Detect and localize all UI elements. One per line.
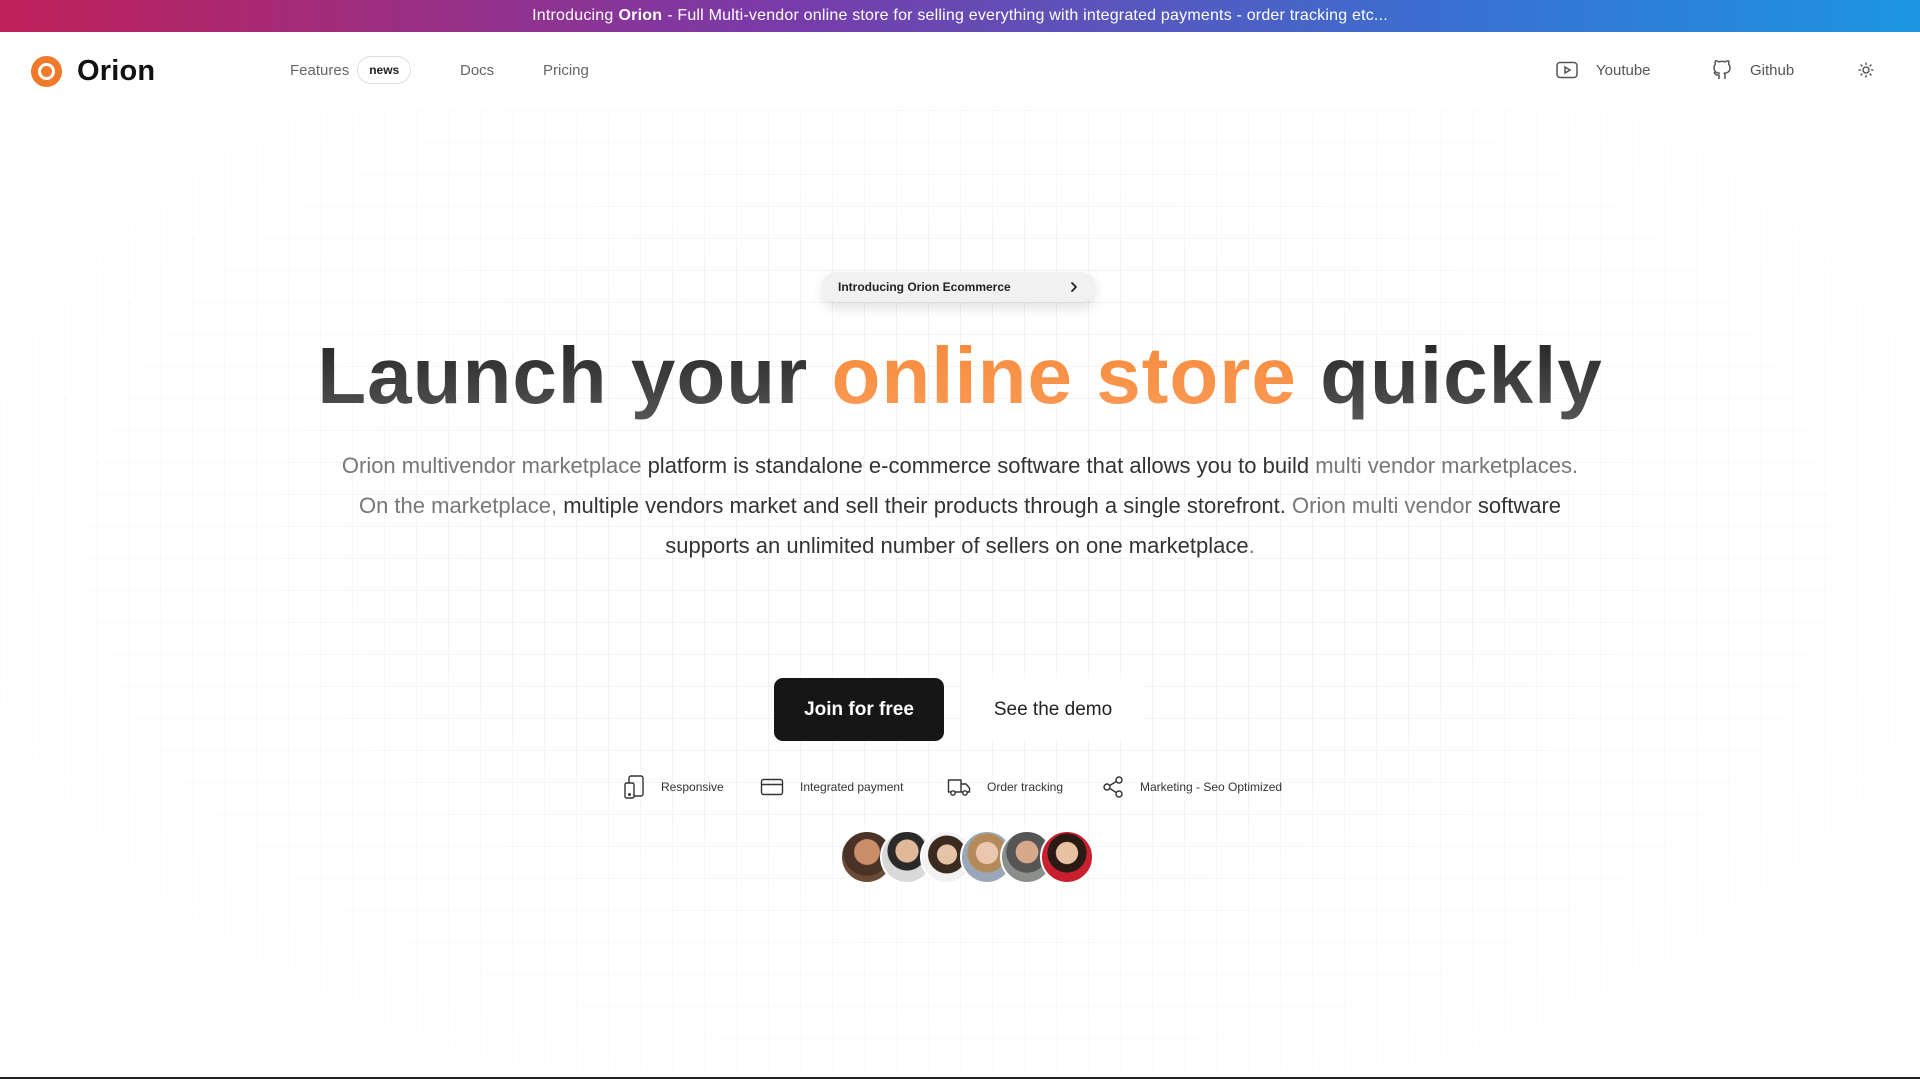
feature-item: Integrated payment [760,772,903,802]
device-icon [624,775,644,799]
news-badge: news [357,56,412,84]
headline-part1: Launch your [317,331,832,420]
nav-pricing[interactable]: Pricing [543,53,589,87]
logo-text: Orion [77,55,156,87]
feature-item: Order tracking [947,772,1063,802]
truck-icon [947,779,971,796]
chevron-right-icon [1071,282,1077,292]
join-for-free-button[interactable]: Join for free [774,678,944,741]
feature-item: Marketing - Seo Optimized [1102,772,1282,802]
github-link[interactable]: Github [1712,53,1794,87]
feature-list: Responsive Integrated payment Order trac… [0,772,1920,802]
intro-pill[interactable]: Introducing Orion Ecommerce [822,272,1096,302]
intro-pill-label: Introducing Orion Ecommerce [838,280,1011,294]
logo-icon [31,56,62,87]
subtitle-segment: platform is standalone e-commerce softwa… [641,453,1310,478]
subtitle-segment: . [1248,533,1255,558]
main-nav: Features news Docs Pricing [290,53,690,87]
headline-highlight: online store [831,331,1297,420]
hero-headline: Launch your online store quickly [0,326,1920,426]
headline-part2: quickly [1296,331,1603,420]
feature-label: Integrated payment [800,780,904,794]
nav-docs[interactable]: Docs [460,53,494,87]
subtitle-segment: multiple vendors market and sell their p… [557,493,1286,518]
nav-features[interactable]: Features news [290,53,412,87]
youtube-icon [1556,61,1578,79]
banner-prefix: Introducing [532,7,614,24]
banner-suffix: - Full Multi-vendor online store for sel… [667,7,1388,24]
subtitle-segment: Orion multivendor marketplace [341,453,642,478]
feature-item: Responsive [623,772,724,802]
see-demo-button[interactable]: See the demo [962,678,1144,741]
youtube-link[interactable]: Youtube [1556,53,1651,87]
nav-features-label: Features [290,61,350,79]
feature-label: Responsive [661,780,724,794]
theme-toggle[interactable] [1858,53,1892,87]
logo[interactable]: Orion [31,55,155,88]
feature-label: Order tracking [987,780,1064,794]
github-label: Github [1750,61,1795,79]
sun-icon [1858,62,1874,78]
subtitle-segment: Orion multi vendor [1285,493,1472,518]
github-icon [1713,60,1731,79]
credit-card-icon [760,778,784,796]
banner-brand: Orion [618,7,663,24]
site-header: Orion Features news Docs Pricing Youtube… [0,32,1920,112]
grid-background [0,110,1920,1079]
avatar [1040,830,1094,884]
share-icon [1103,776,1123,798]
announcement-banner[interactable]: Introducing Orion - Full Multi-vendor on… [0,0,1920,32]
hero-subtitle: Orion multivendor marketplace platform i… [335,446,1585,566]
youtube-label: Youtube [1596,61,1651,79]
feature-label: Marketing - Seo Optimized [1140,780,1283,794]
right-nav: Youtube Github [1520,53,1920,87]
